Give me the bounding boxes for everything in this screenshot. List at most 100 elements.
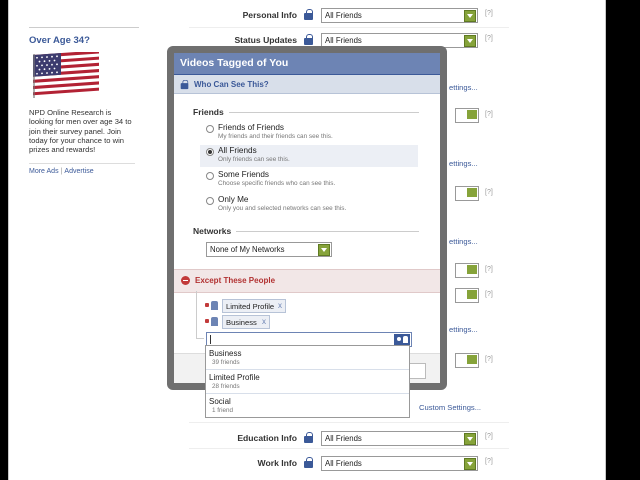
custom-settings-link[interactable]: ettings... bbox=[449, 325, 478, 334]
friend-lists-icon[interactable] bbox=[394, 334, 410, 345]
custom-settings-link[interactable]: ettings... bbox=[449, 83, 478, 92]
help-link[interactable]: [?] bbox=[485, 291, 493, 298]
setting-label: Status Updates bbox=[234, 35, 297, 45]
help-link[interactable]: [?] bbox=[485, 10, 493, 17]
list-count: 1 friend bbox=[212, 407, 234, 414]
dropdown-item-limited-profile[interactable]: Limited Profile 28 friends bbox=[206, 370, 409, 393]
option-label: Only Me bbox=[218, 195, 249, 204]
lock-icon bbox=[303, 33, 314, 45]
chevron-down-icon bbox=[464, 35, 476, 47]
ad-divider bbox=[29, 163, 135, 164]
text-caret bbox=[210, 335, 211, 344]
networks-select[interactable]: None of My Networks bbox=[206, 242, 332, 257]
ad-column: Over Age 34? NPD Online Research is look… bbox=[29, 0, 139, 480]
help-link[interactable]: [?] bbox=[485, 433, 493, 440]
ad-links: More Ads | Advertise bbox=[29, 168, 94, 175]
option-all-friends[interactable]: All Friends Only friends can see this. bbox=[200, 145, 418, 167]
ad-divider bbox=[29, 27, 139, 28]
help-link[interactable]: [?] bbox=[485, 189, 493, 196]
ad-body[interactable]: NPD Online Research is looking for men o… bbox=[29, 108, 135, 154]
privacy-select[interactable]: All Friends bbox=[321, 431, 478, 446]
help-link[interactable]: [?] bbox=[485, 356, 493, 363]
list-name: Limited Profile bbox=[209, 373, 260, 382]
chevron-down-icon bbox=[467, 265, 477, 274]
privacy-select[interactable] bbox=[455, 108, 479, 123]
option-friends-of-friends[interactable]: Friends of Friends My friends and their … bbox=[200, 122, 418, 144]
except-section-header[interactable]: Except These People bbox=[174, 269, 440, 293]
more-ads-link[interactable]: More Ads bbox=[29, 168, 59, 175]
privacy-select[interactable] bbox=[455, 186, 479, 201]
tree-connector bbox=[196, 338, 204, 339]
help-link[interactable]: [?] bbox=[485, 458, 493, 465]
except-heading: Except These People bbox=[195, 276, 276, 285]
chevron-down-icon bbox=[464, 458, 476, 470]
option-some-friends[interactable]: Some Friends Choose specific friends who… bbox=[200, 169, 418, 191]
chevron-down-icon bbox=[467, 188, 477, 197]
chevron-down-icon bbox=[464, 10, 476, 22]
chevron-down-icon bbox=[464, 433, 476, 445]
custom-settings-link[interactable]: ettings... bbox=[449, 237, 478, 246]
remove-x-icon[interactable]: x bbox=[262, 317, 266, 326]
excluded-token-limited-profile[interactable]: Limited Profile x bbox=[222, 299, 286, 313]
collapse-minus-icon[interactable] bbox=[181, 276, 190, 285]
dialog-title: Videos Tagged of You bbox=[180, 57, 289, 69]
privacy-select[interactable]: All Friends bbox=[321, 8, 478, 23]
dropdown-item-social[interactable]: Social 1 friend bbox=[206, 394, 409, 417]
privacy-select[interactable] bbox=[455, 263, 479, 278]
help-link[interactable]: [?] bbox=[485, 35, 493, 42]
section-divider bbox=[236, 231, 419, 232]
radio-button[interactable] bbox=[206, 148, 214, 156]
list-name: Business bbox=[209, 349, 242, 358]
lock-icon bbox=[303, 8, 314, 20]
list-name: Social bbox=[209, 397, 231, 406]
option-description: Choose specific friends who can see this… bbox=[218, 180, 336, 187]
token-label: Limited Profile bbox=[226, 302, 275, 311]
row-divider bbox=[189, 27, 509, 28]
custom-settings-link[interactable]: Custom Settings... bbox=[419, 403, 481, 412]
friend-list-icon bbox=[205, 317, 219, 326]
section-divider bbox=[229, 112, 419, 113]
excluded-token-business[interactable]: Business x bbox=[222, 315, 270, 329]
dialog-subtitle: Who Can See This? bbox=[194, 80, 269, 89]
privacy-select[interactable] bbox=[455, 288, 479, 303]
radio-button[interactable] bbox=[206, 197, 214, 205]
setting-label: Personal Info bbox=[242, 10, 297, 20]
help-link[interactable]: [?] bbox=[485, 111, 493, 118]
option-description: Only friends can see this. bbox=[218, 156, 290, 163]
help-link[interactable]: [?] bbox=[485, 266, 493, 273]
privacy-select[interactable]: All Friends bbox=[321, 456, 478, 471]
option-only-me[interactable]: Only Me Only you and selected networks c… bbox=[200, 194, 418, 216]
friend-list-dropdown: Business 39 friends Limited Profile 28 f… bbox=[205, 345, 410, 418]
privacy-select[interactable] bbox=[455, 353, 479, 368]
friends-heading: Friends bbox=[193, 107, 224, 117]
row-divider bbox=[189, 422, 509, 423]
setting-row-work-info: Work Info All Friends [?] bbox=[189, 455, 509, 471]
option-label: All Friends bbox=[218, 146, 257, 155]
lock-icon bbox=[303, 456, 314, 468]
chevron-down-icon bbox=[467, 355, 477, 364]
setting-label: Education Info bbox=[237, 433, 297, 443]
custom-settings-link[interactable]: ettings... bbox=[449, 159, 478, 168]
dropdown-item-business[interactable]: Business 39 friends bbox=[206, 346, 409, 369]
row-divider bbox=[189, 448, 509, 449]
ad-title[interactable]: Over Age 34? bbox=[29, 35, 90, 46]
remove-x-icon[interactable]: x bbox=[278, 301, 282, 310]
tree-connector bbox=[196, 291, 197, 339]
dialog-header: Videos Tagged of You bbox=[174, 53, 440, 75]
setting-row-personal-info: Personal Info All Friends [?] bbox=[189, 7, 509, 23]
option-label: Some Friends bbox=[218, 170, 269, 179]
us-flag-image[interactable] bbox=[33, 52, 101, 98]
chevron-down-icon bbox=[467, 110, 477, 119]
setting-row-education-info: Education Info All Friends [?] bbox=[189, 430, 509, 446]
token-label: Business bbox=[226, 318, 257, 327]
radio-button[interactable] bbox=[206, 125, 214, 133]
radio-button[interactable] bbox=[206, 172, 214, 180]
list-count: 39 friends bbox=[212, 359, 240, 366]
friend-list-icon bbox=[205, 301, 219, 310]
option-description: Only you and selected networks can see t… bbox=[218, 205, 347, 212]
option-description: My friends and their friends can see thi… bbox=[218, 133, 333, 140]
advertise-link[interactable]: Advertise bbox=[64, 168, 93, 175]
chevron-down-icon bbox=[318, 244, 330, 256]
option-label: Friends of Friends bbox=[218, 123, 284, 132]
link-separator: | bbox=[60, 168, 63, 175]
